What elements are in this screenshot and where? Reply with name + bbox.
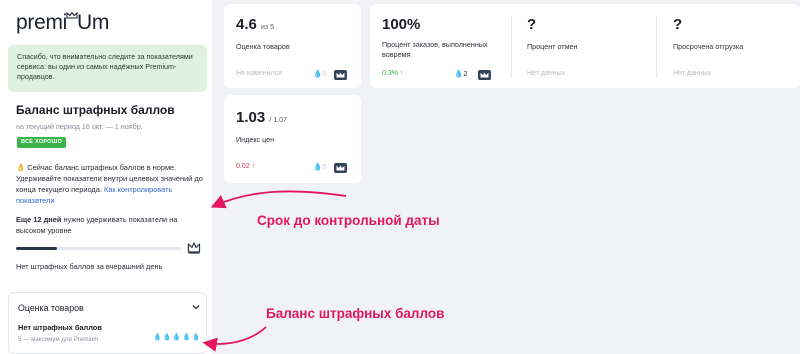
balance-arrow — [202, 326, 267, 352]
thanks-notice: Спасибо, что внимательно следите за пока… — [8, 45, 207, 92]
rating-label: Оценка товаров — [236, 42, 290, 51]
price-index-label: Индекс цен — [236, 135, 275, 144]
divider — [656, 16, 657, 78]
rating-card-max: 5 — максимум для Premium — [18, 336, 99, 343]
late-value: ? — [673, 16, 683, 33]
deadline-days: Еще 12 дней — [16, 215, 62, 224]
deadline-arrow — [210, 190, 347, 209]
crown-icon — [334, 70, 347, 80]
late-status: Нет данных — [673, 70, 712, 77]
cancels-label: Процент отмен — [527, 42, 578, 51]
metric-group-card: 100% Процент заказов, выполненных воврем… — [370, 4, 800, 88]
chevron-down-icon[interactable] — [192, 304, 200, 310]
balance-period: на текущий период 16 окт. — 1 ноябр. — [16, 122, 143, 131]
metric-card-rating[interactable]: 4.6 из 5 Оценка товаров Не изменился 💧0 — [224, 4, 361, 88]
logo-crown-icon — [66, 12, 78, 19]
rating-value: 4.6 из 5 — [236, 16, 274, 33]
crown-icon — [478, 70, 491, 80]
deadline-progress — [16, 247, 181, 250]
drop-icon: 💧2 — [454, 69, 468, 78]
on-time-status: 0.3% ↑ — [382, 70, 404, 77]
drop-icon: 💧0 — [313, 69, 327, 78]
on-time-label: Процент заказов, выполненных вовремя — [382, 40, 488, 59]
rating-card-status: Нет штрафных баллов — [18, 323, 102, 332]
progress-fill — [16, 247, 58, 250]
drop-icon: 💧💧💧💧💧 — [153, 334, 202, 341]
drop-icon: 💧0 — [313, 162, 327, 171]
no-points-text: Нет штрафных баллов за вчерашний день — [16, 262, 163, 271]
crown-icon — [187, 242, 201, 254]
price-index-status: 0.02 ↑ — [236, 163, 256, 170]
annotation-balance: Баланс штрафных баллов — [266, 306, 445, 321]
rating-status: Не изменился — [236, 70, 282, 77]
deadline-text: Еще 12 дней нужно удерживать показатели … — [16, 214, 194, 236]
status-badge: ВСЕ ХОРОШО — [17, 137, 67, 148]
late-label: Просрочена отгрузка — [673, 42, 744, 51]
balance-description: 👌 Сейчас баланс штрафных баллов в норме.… — [16, 162, 204, 206]
rating-card-header: Оценка товаров — [18, 303, 84, 313]
cancels-value: ? — [527, 16, 537, 33]
annotation-deadline: Срок до контрольной даты — [257, 213, 440, 228]
sidebar: premi Um Спасибо, что внимательно следите… — [0, 0, 212, 354]
premium-logo[interactable]: premi Um — [16, 11, 109, 35]
balance-title: Баланс штрафных баллов — [16, 103, 175, 117]
metric-card-price-index[interactable]: 1.03 / 1.07 Индекс цен 0.02 ↑ 💧0 — [224, 95, 361, 183]
cancels-status: Нет данных — [527, 70, 566, 77]
divider — [511, 16, 512, 78]
price-index-value: 1.03 / 1.07 — [236, 109, 287, 126]
rating-penalty-card[interactable]: Оценка товаров Нет штрафных баллов 5 — м… — [8, 292, 207, 354]
crown-icon — [334, 163, 347, 173]
on-time-value: 100% — [382, 16, 421, 33]
